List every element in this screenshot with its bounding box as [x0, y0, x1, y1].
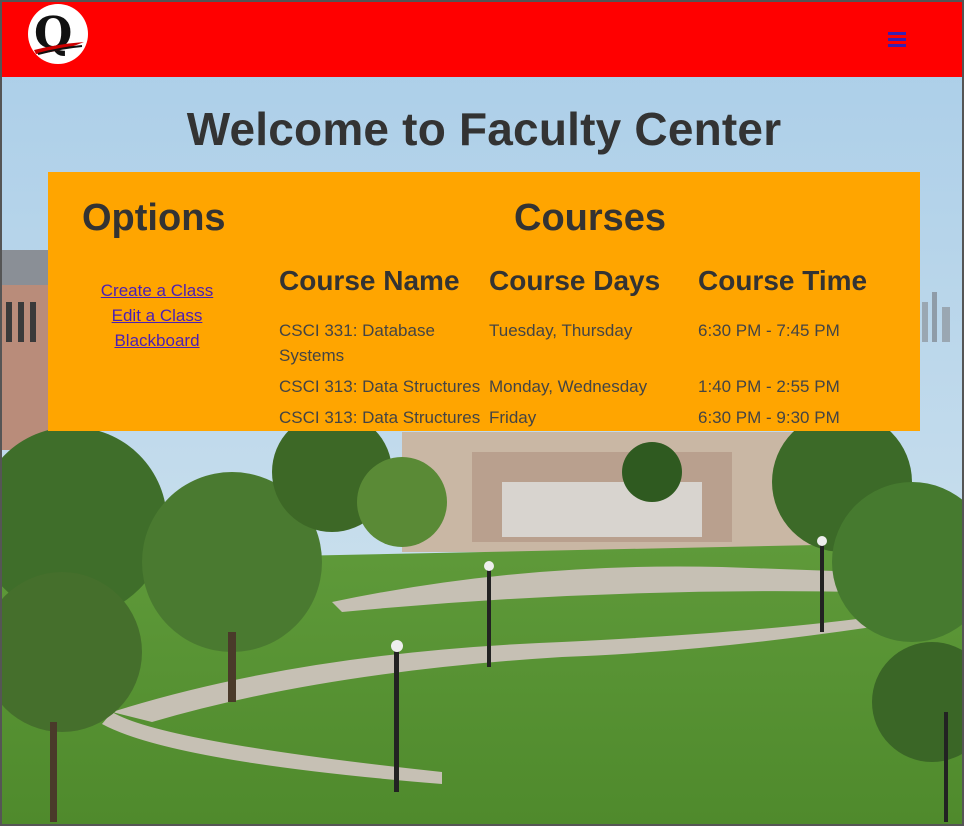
top-navigation-bar: Q [2, 2, 962, 77]
edit-class-link[interactable]: Edit a Class [48, 303, 266, 328]
course-days-cell: Monday, Wednesday [489, 377, 648, 396]
hamburger-menu-icon[interactable] [888, 31, 911, 50]
courses-heading: Courses [514, 197, 667, 239]
course-time-cell: 6:30 PM - 9:30 PM [698, 408, 840, 427]
course-name-cell: CSCI 313: Data Structures [279, 408, 481, 427]
course-name-cell: CSCI 313: Data Structures [279, 377, 481, 396]
column-header-course-name: Course Name [279, 265, 460, 296]
course-time-cell: 1:40 PM - 2:55 PM [698, 377, 840, 396]
column-header-course-time: Course Time [698, 265, 868, 296]
blackboard-link[interactable]: Blackboard [48, 328, 266, 353]
course-days-cell: Tuesday, Thursday [489, 321, 633, 340]
faculty-panel: Options Create a Class Edit a Class Blac… [48, 172, 920, 431]
course-name-cell: CSCI 331: Database Systems [279, 321, 435, 365]
create-class-link[interactable]: Create a Class [48, 278, 266, 303]
options-links: Create a Class Edit a Class Blackboard [48, 278, 266, 353]
column-header-course-days: Course Days [489, 265, 661, 296]
course-days-cell: Friday [489, 408, 537, 427]
course-time-cell: 6:30 PM - 7:45 PM [698, 321, 840, 340]
page-title: Welcome to Faculty Center [186, 103, 782, 155]
university-logo[interactable]: Q [28, 4, 88, 64]
options-heading: Options [82, 197, 226, 239]
